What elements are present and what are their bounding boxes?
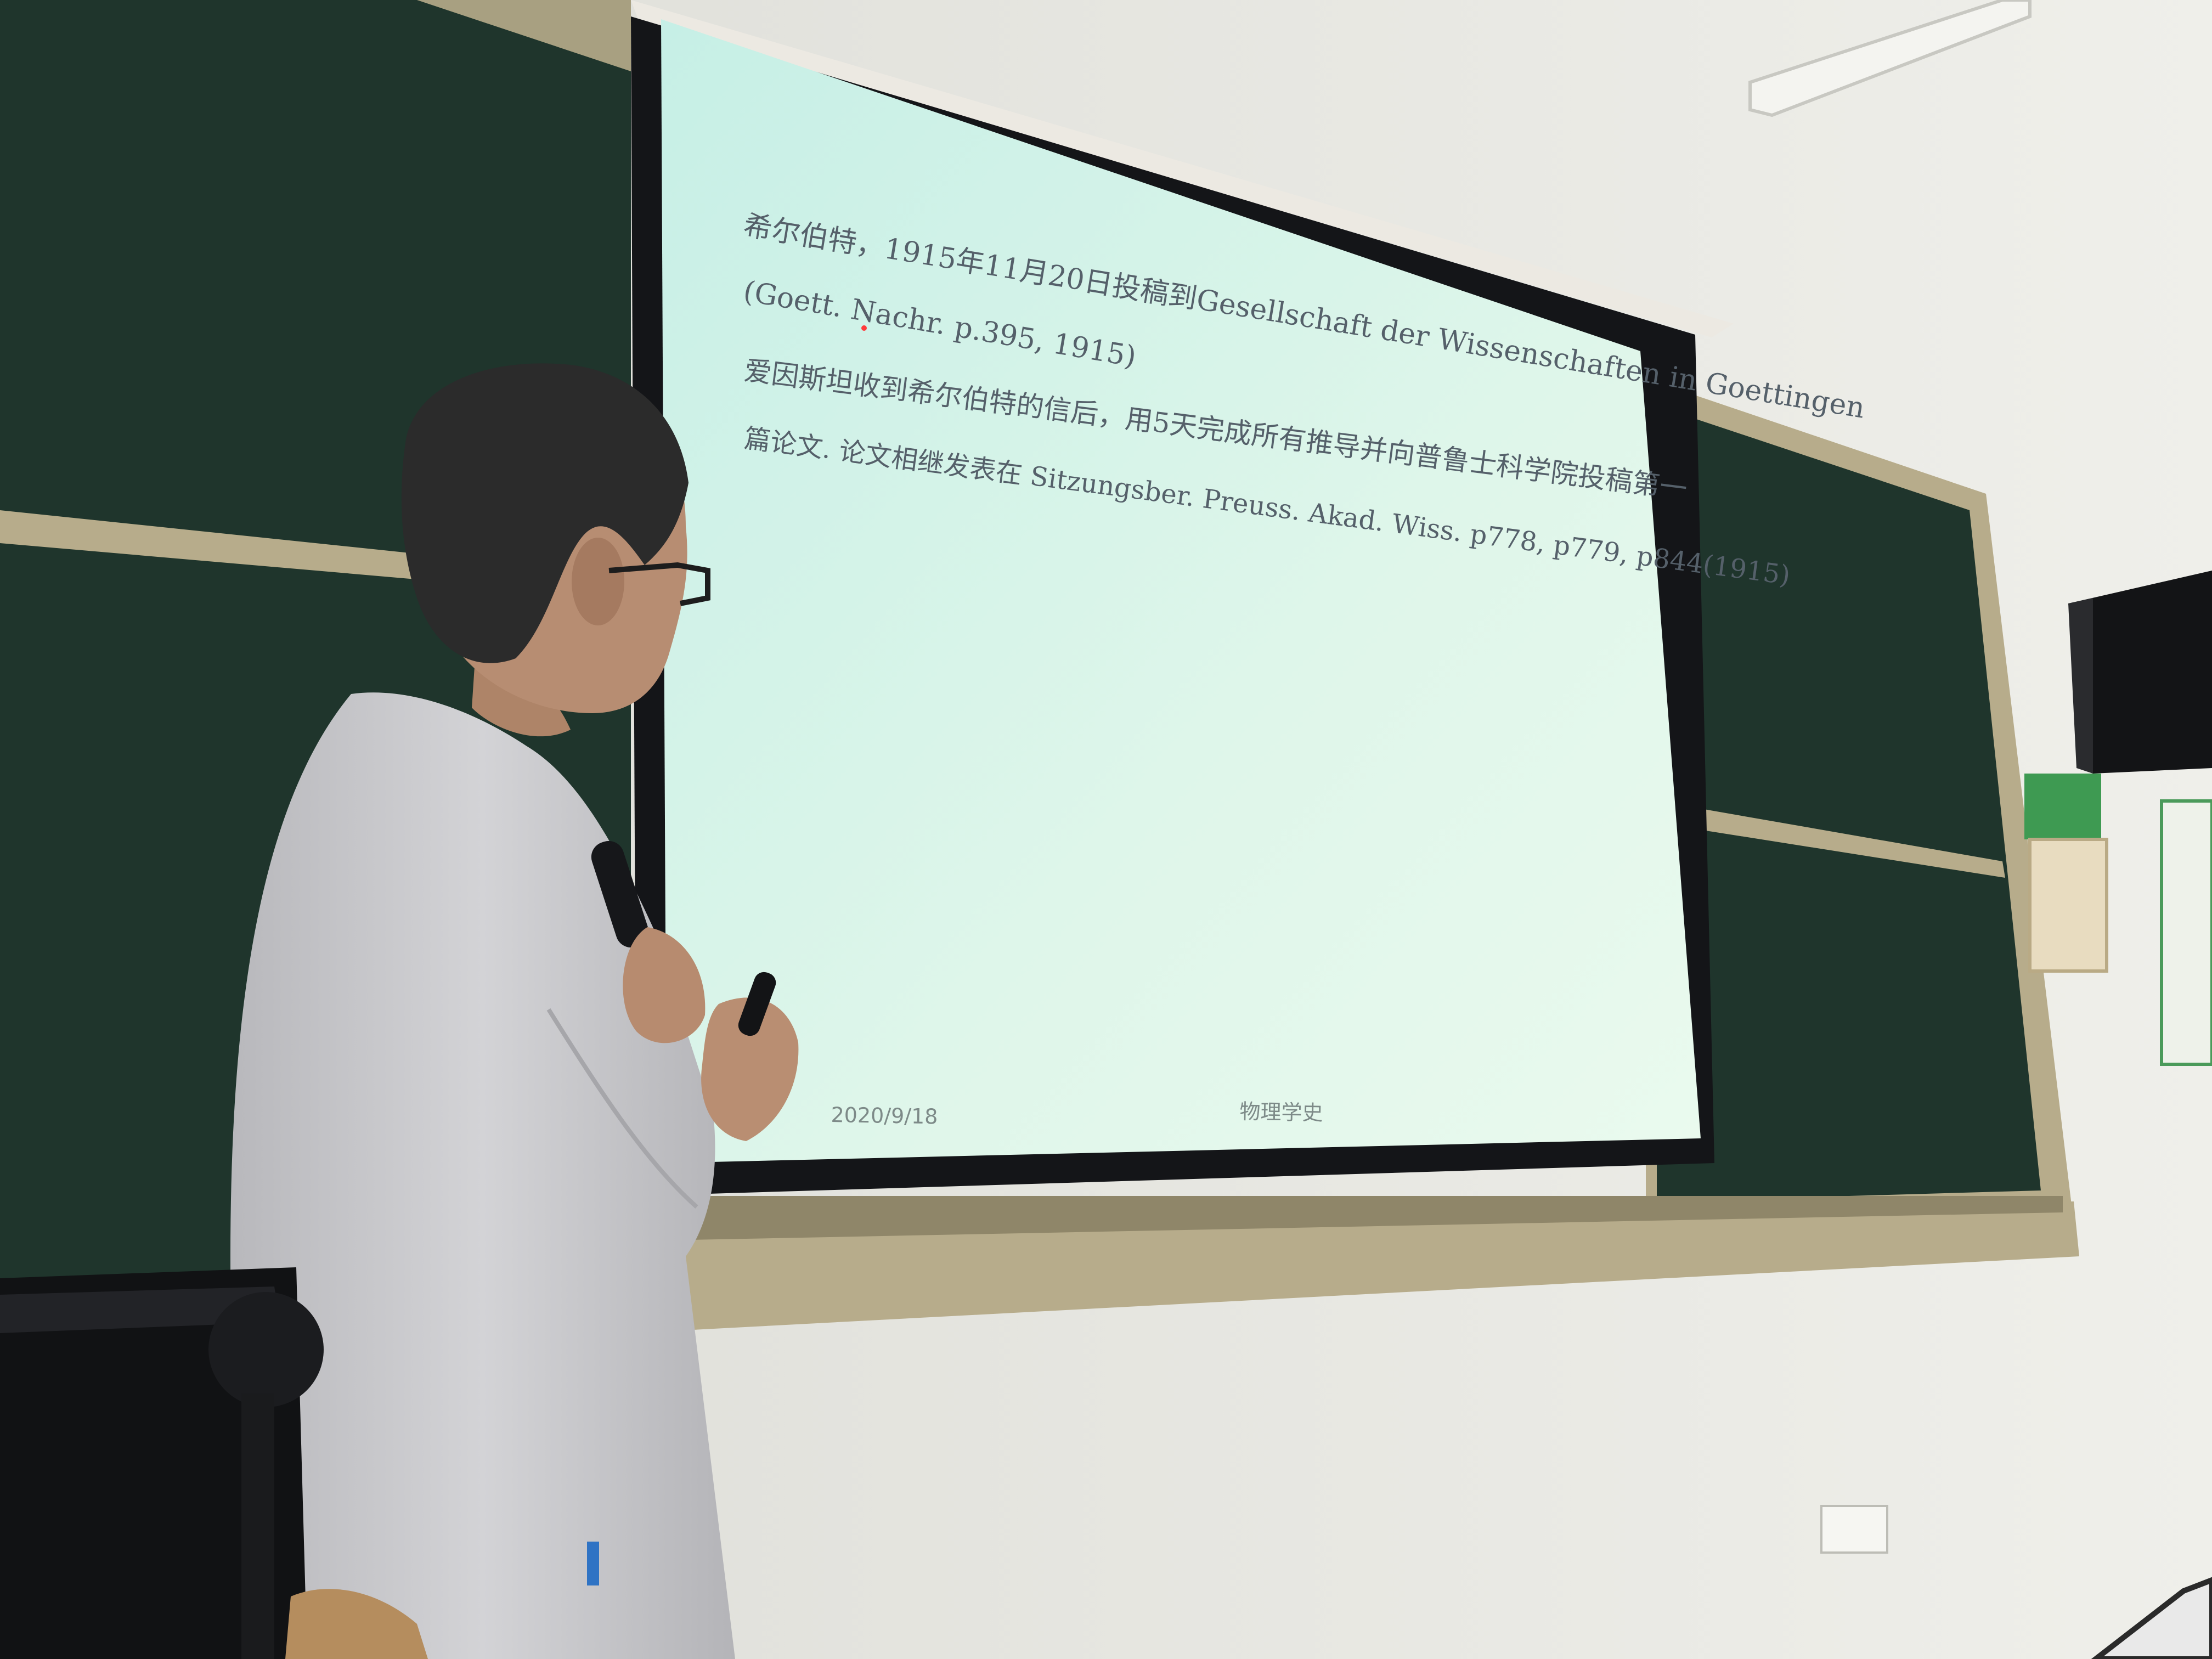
slide-footer-title: 物理学史 — [1239, 1099, 1323, 1125]
power-outlet — [1820, 1505, 1888, 1554]
wall-notice-board — [2028, 838, 2108, 973]
wall-poster — [2160, 799, 2212, 1066]
wall-notice — [2024, 774, 2101, 839]
classroom-scene — [0, 0, 2212, 1659]
shirt-tag — [587, 1542, 599, 1585]
wall-speaker — [2068, 571, 2212, 774]
presenter-ear — [572, 538, 624, 625]
slide-footer-date: 2020/9/18 — [831, 1103, 938, 1129]
